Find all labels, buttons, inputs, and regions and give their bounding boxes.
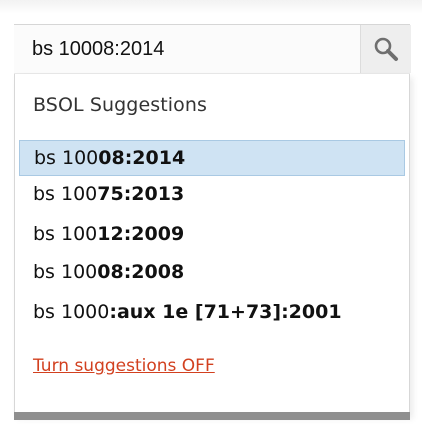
suggestion-match: 75:2013	[97, 183, 185, 205]
turn-suggestions-off-link[interactable]: Turn suggestions OFF	[33, 356, 215, 376]
search-widget: BSOL Suggestions bs 10008:2014 bs 10075:…	[0, 0, 422, 432]
suggestion-typed: bs 100	[34, 147, 99, 169]
suggestion-typed: bs 100	[33, 183, 98, 205]
search-box	[14, 24, 411, 74]
suggestion-typed: bs 100	[33, 223, 98, 245]
search-icon	[373, 36, 399, 62]
search-input[interactable]	[32, 34, 362, 64]
suggestion-match: :aux 1e [71+73]:2001	[109, 301, 342, 323]
suggestion-typed: bs 100	[33, 261, 98, 283]
suggestion-match: 08:2008	[97, 261, 185, 283]
suggestions-dropdown: BSOL Suggestions bs 100 08:2014 bs 100 75:…	[14, 74, 410, 416]
suggestion-match: 08:2014	[98, 147, 186, 169]
top-band	[0, 0, 422, 14]
suggestion-item[interactable]: bs 100 12:2009	[19, 216, 405, 252]
suggestion-typed: bs 1000	[33, 301, 110, 323]
suggestion-item[interactable]: bs 100 08:2014	[19, 140, 405, 176]
suggestion-match: 12:2009	[97, 223, 185, 245]
suggestions-heading: BSOL Suggestions	[33, 94, 208, 116]
suggestion-item[interactable]: bs 1000:aux 1e [71+73]:2001	[19, 294, 405, 330]
suggestion-item[interactable]: bs 100 08:2008	[19, 254, 405, 290]
search-button[interactable]	[360, 25, 411, 73]
suggestion-item[interactable]: bs 100 75:2013	[19, 176, 405, 212]
dropdown-bottom-border	[14, 412, 410, 420]
